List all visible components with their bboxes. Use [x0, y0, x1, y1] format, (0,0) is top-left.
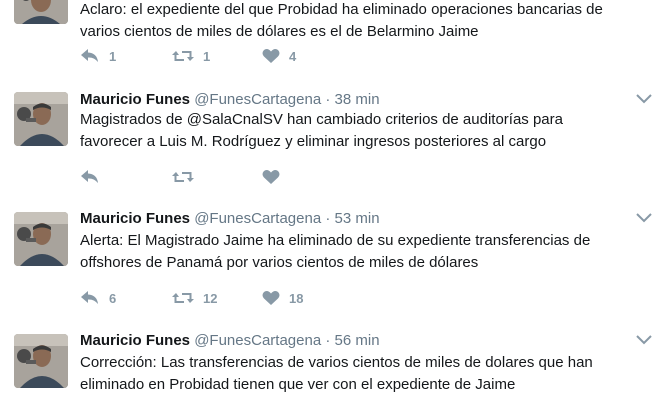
author-handle[interactable]: @FunesCartagena: [194, 332, 321, 349]
tweet[interactable]: Mauricio Funes @FunesCartagena · 56 min …: [0, 321, 663, 400]
like-icon: [262, 49, 280, 63]
avatar[interactable]: [14, 334, 68, 388]
reply-button[interactable]: 1: [80, 46, 116, 66]
tweet[interactable]: Mauricio Funes @FunesCartagena · 53 min …: [0, 200, 663, 322]
tweet-header: Mauricio Funes @FunesCartagena · 38 min: [80, 91, 380, 111]
reply-icon: [81, 170, 98, 183]
tweet-text-line: Corrección: Las transferencias de varios…: [80, 354, 593, 371]
separator-dot: ·: [325, 91, 331, 108]
separator-dot: ·: [325, 210, 331, 227]
author-name[interactable]: Mauricio Funes: [80, 91, 190, 108]
tweet[interactable]: Mauricio Funes @FunesCartagena · 38 min …: [0, 81, 663, 201]
reply-button[interactable]: 6: [80, 288, 116, 308]
avatar[interactable]: [14, 212, 68, 266]
like-count: 18: [289, 290, 304, 306]
reply-count: 6: [109, 290, 117, 306]
tweet-header: Mauricio Funes @FunesCartagena · 53 min: [80, 210, 380, 230]
tweet-text-line: eliminado en Probidad tienen que ver con…: [80, 376, 516, 393]
like-button[interactable]: [262, 167, 289, 187]
retweet-button[interactable]: 12: [172, 288, 217, 308]
tweet-text: Corrección: Las transferencias de varios…: [80, 352, 640, 396]
like-button[interactable]: 18: [262, 288, 303, 308]
tweet-text: Magistrados de @SalaCnalSV han cambiado …: [80, 109, 640, 153]
tweet-timestamp[interactable]: 38 min: [335, 91, 380, 108]
tweet-text-line: favorecer a Luis M. Rodríguez y eliminar…: [80, 133, 547, 150]
like-count: 4: [289, 48, 297, 64]
reply-icon: [81, 291, 98, 304]
author-handle[interactable]: @FunesCartagena: [194, 210, 321, 227]
tweet-timestamp[interactable]: 53 min: [335, 210, 380, 227]
avatar[interactable]: [14, 0, 68, 24]
avatar[interactable]: [14, 92, 68, 146]
tweet-text-line: Alerta: El Magistrado Jaime ha eliminado…: [80, 232, 591, 249]
reply-icon: [81, 49, 98, 62]
tweet-text: Aclaro: el expediente del que Probidad h…: [80, 0, 640, 43]
retweet-icon: [172, 51, 194, 61]
tweet-timestamp[interactable]: 56 min: [335, 332, 380, 349]
author-name[interactable]: Mauricio Funes: [80, 332, 190, 349]
timeline-feed: Aclaro: el expediente del que Probidad h…: [0, 0, 663, 400]
author-handle[interactable]: @FunesCartagena: [194, 91, 321, 108]
retweet-count: 12: [203, 290, 218, 306]
tweet-text-line: varios cientos de miles de dólares es el…: [80, 23, 479, 40]
like-button[interactable]: 4: [262, 46, 296, 66]
retweet-count: 1: [203, 48, 211, 64]
reply-count: 1: [109, 48, 117, 64]
tweet-header: Mauricio Funes @FunesCartagena · 56 min: [80, 332, 380, 352]
tweet-text-line: offshores de Panamá por varios cientos d…: [80, 254, 479, 271]
chevron-down-icon[interactable]: [636, 335, 652, 345]
chevron-down-icon[interactable]: [636, 213, 652, 223]
tweet[interactable]: Aclaro: el expediente del que Probidad h…: [0, 0, 663, 82]
retweet-icon: [172, 293, 194, 303]
tweet-text: Alerta: El Magistrado Jaime ha eliminado…: [80, 230, 640, 274]
reply-button[interactable]: [80, 167, 109, 187]
tweet-text-line: Magistrados de @SalaCnalSV han cambiado …: [80, 111, 563, 128]
like-icon: [262, 291, 280, 305]
tweet-text-line: Aclaro: el expediente del que Probidad h…: [80, 1, 603, 18]
retweet-button[interactable]: 1: [172, 46, 210, 66]
retweet-icon: [172, 172, 194, 182]
author-name[interactable]: Mauricio Funes: [80, 210, 190, 227]
like-icon: [262, 170, 280, 184]
retweet-button[interactable]: [172, 167, 203, 187]
separator-dot: ·: [325, 332, 331, 349]
chevron-down-icon[interactable]: [636, 94, 652, 104]
